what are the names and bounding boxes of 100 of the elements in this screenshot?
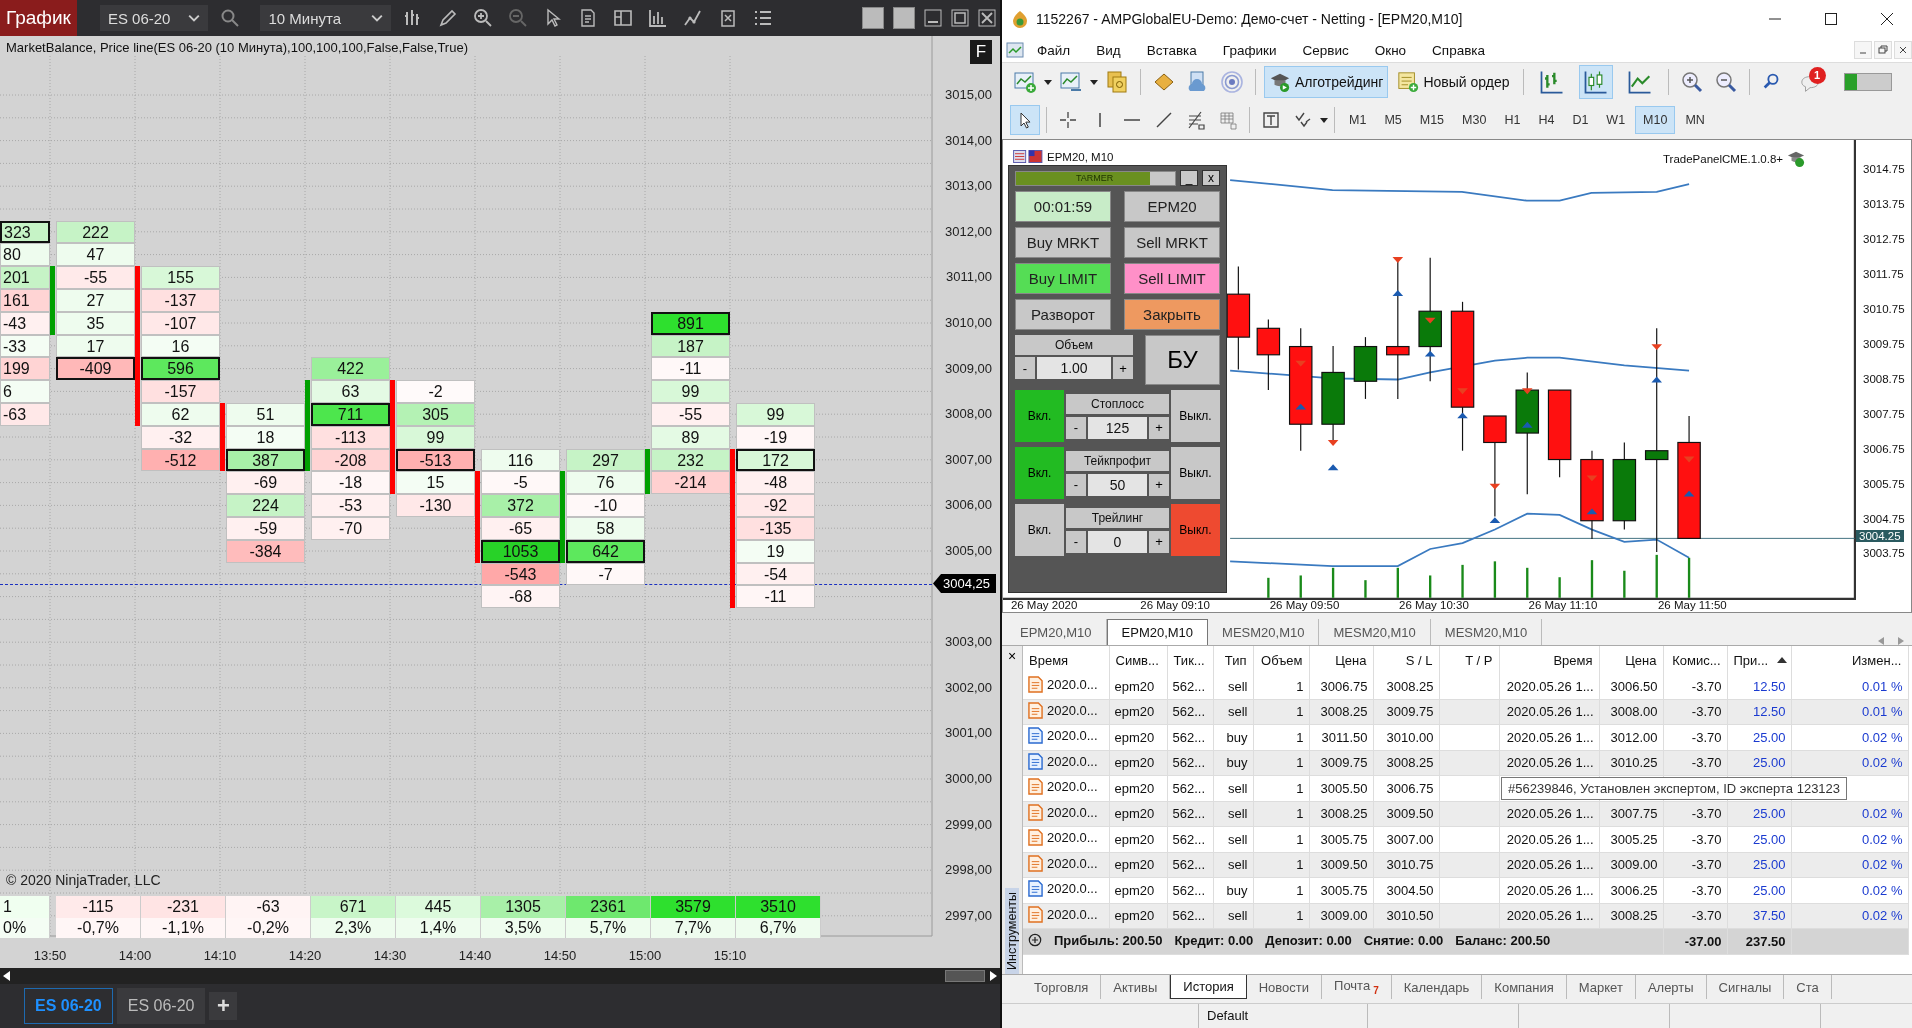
column-header[interactable]: Время xyxy=(1553,652,1593,668)
close-position-button[interactable]: Закрыть xyxy=(1124,299,1220,330)
timeframe-button[interactable]: M10 xyxy=(1635,106,1676,134)
increase-button[interactable]: + xyxy=(1149,530,1169,553)
off-button[interactable]: Выкл. xyxy=(1171,390,1220,442)
on-button[interactable]: Вкл. xyxy=(1015,504,1064,556)
menu-item[interactable]: Вид xyxy=(1083,42,1134,58)
caret-icon[interactable] xyxy=(1044,79,1052,85)
panel-tab[interactable]: Новости xyxy=(1246,975,1323,999)
zoom-out-icon[interactable] xyxy=(1713,70,1738,94)
off-button[interactable]: Выкл. xyxy=(1171,504,1220,556)
line-chart-icon[interactable] xyxy=(683,8,704,28)
scrollbar-thumb[interactable] xyxy=(945,970,985,982)
buy-market-button[interactable]: Buy MRKT xyxy=(1015,227,1111,258)
increase-button[interactable]: + xyxy=(1149,473,1169,496)
column-header[interactable]: Цена xyxy=(1625,652,1657,668)
decrease-button[interactable]: - xyxy=(1066,530,1086,553)
column-header[interactable]: Комис... xyxy=(1672,652,1721,668)
panel-tab[interactable]: Сигналы xyxy=(1706,975,1785,999)
zoom-out-icon[interactable] xyxy=(508,8,529,28)
caret-icon[interactable] xyxy=(1090,79,1098,85)
increase-button[interactable]: + xyxy=(1149,416,1169,439)
panel-tab[interactable]: Почта $_{7}$ xyxy=(1322,975,1392,999)
restore-icon[interactable] xyxy=(1874,41,1892,59)
timeframe-button[interactable]: H1 xyxy=(1496,106,1529,134)
close-button[interactable]: × xyxy=(1007,646,1017,666)
caret-icon[interactable] xyxy=(1320,117,1328,123)
on-button[interactable]: Вкл. xyxy=(1015,447,1064,499)
menu-item[interactable]: Справка xyxy=(1419,42,1499,58)
value-field[interactable]: 50 xyxy=(1088,473,1147,496)
maximize-icon[interactable] xyxy=(1824,12,1838,26)
close-icon[interactable] xyxy=(978,9,996,27)
chart-tab[interactable]: ES 06-20 xyxy=(116,988,206,1024)
scroll-right-icon[interactable] xyxy=(989,971,997,981)
value-field[interactable]: 0 xyxy=(1088,530,1147,553)
column-header[interactable]: Измен... xyxy=(1852,652,1902,668)
add-tab-button[interactable]: + xyxy=(209,992,238,1020)
increase-button[interactable]: + xyxy=(1113,357,1133,379)
menu-item[interactable]: Графики xyxy=(1209,42,1290,58)
minimize-icon[interactable] xyxy=(924,9,942,27)
panel-tab[interactable]: Календарь xyxy=(1391,975,1483,999)
timeframe-button[interactable]: H4 xyxy=(1530,106,1563,134)
algo-trading-button[interactable]: Алготрейдинг xyxy=(1264,66,1389,98)
column-header[interactable]: Объем xyxy=(1261,652,1303,668)
interval-dropdown[interactable]: 10 Минута xyxy=(260,5,392,31)
panel-tab[interactable]: Алерты xyxy=(1635,975,1707,999)
column-header[interactable]: Время xyxy=(1029,652,1069,668)
menu-item[interactable]: Сервис xyxy=(1289,42,1362,58)
reverse-button[interactable]: Разворот xyxy=(1015,299,1111,330)
decrease-button[interactable]: - xyxy=(1015,357,1035,379)
menu-item[interactable]: Вставка xyxy=(1133,42,1210,58)
scroll-left-icon[interactable] xyxy=(3,971,11,981)
column-header[interactable]: T / P xyxy=(1465,652,1493,668)
list-icon[interactable] xyxy=(753,8,774,28)
close-button[interactable]: x xyxy=(1202,170,1220,186)
panel-tab[interactable]: Маркет xyxy=(1566,975,1636,999)
column-header[interactable]: Тик... xyxy=(1173,652,1205,668)
panel-tab[interactable]: Компания xyxy=(1482,975,1567,999)
f-button[interactable]: F xyxy=(970,40,992,64)
timeframe-button[interactable]: M15 xyxy=(1411,106,1453,134)
buy-limit-button[interactable]: Buy LIMIT xyxy=(1015,263,1111,294)
new-chart-icon[interactable] xyxy=(1013,70,1037,94)
on-button[interactable]: Вкл. xyxy=(1015,390,1064,442)
sell-market-button[interactable]: Sell MRKT xyxy=(1124,227,1220,258)
timeframe-button[interactable]: M5 xyxy=(1376,106,1410,134)
zoom-in-icon[interactable] xyxy=(1679,70,1704,94)
pencil-icon[interactable] xyxy=(438,8,459,28)
expand-icon[interactable] xyxy=(1028,933,1042,948)
column-header[interactable]: Цена xyxy=(1335,652,1367,668)
timeframe-button[interactable]: M30 xyxy=(1454,106,1495,134)
chart-template-icon[interactable] xyxy=(1059,70,1083,94)
panel-tab[interactable]: История xyxy=(1170,975,1247,999)
bar-chart-icon[interactable] xyxy=(648,8,669,28)
layout-icon[interactable] xyxy=(613,8,634,28)
timeframe-button[interactable]: W1 xyxy=(1598,106,1634,134)
timeframe-button[interactable]: D1 xyxy=(1564,106,1597,134)
minimize-button[interactable]: _ xyxy=(1180,170,1198,186)
decrease-button[interactable]: - xyxy=(1066,473,1086,496)
toolbox-label[interactable]: Инструменты xyxy=(1005,888,1019,974)
off-button[interactable]: Выкл. xyxy=(1171,447,1220,499)
zoom-in-icon[interactable] xyxy=(473,8,494,28)
coins-icon[interactable] xyxy=(1105,70,1129,94)
decrease-button[interactable]: - xyxy=(1066,416,1086,439)
column-header[interactable]: При... xyxy=(1733,652,1788,668)
timeframe-button[interactable]: M1 xyxy=(1341,106,1375,134)
instrument-dropdown[interactable]: ES 06-20 xyxy=(99,5,209,31)
cursor-icon[interactable] xyxy=(1010,105,1040,135)
column-header[interactable]: Тип xyxy=(1224,652,1247,668)
new-order-button[interactable]: Новый ордер xyxy=(1392,66,1515,98)
value-field[interactable]: 125 xyxy=(1088,416,1147,439)
close-icon[interactable] xyxy=(1880,12,1894,26)
candlestick-icon[interactable] xyxy=(1578,65,1613,99)
menu-item[interactable]: Файл xyxy=(1024,42,1084,58)
column-header[interactable]: Симв... xyxy=(1115,652,1159,668)
panel-tab[interactable]: Ста xyxy=(1784,975,1832,999)
sell-limit-button[interactable]: Sell LIMIT xyxy=(1124,263,1220,294)
column-header[interactable]: S / L xyxy=(1405,652,1433,668)
timeframe-button[interactable]: MN xyxy=(1677,106,1713,134)
panel-tab[interactable]: Торговля xyxy=(1022,975,1102,999)
menu-item[interactable]: Окно xyxy=(1361,42,1420,58)
